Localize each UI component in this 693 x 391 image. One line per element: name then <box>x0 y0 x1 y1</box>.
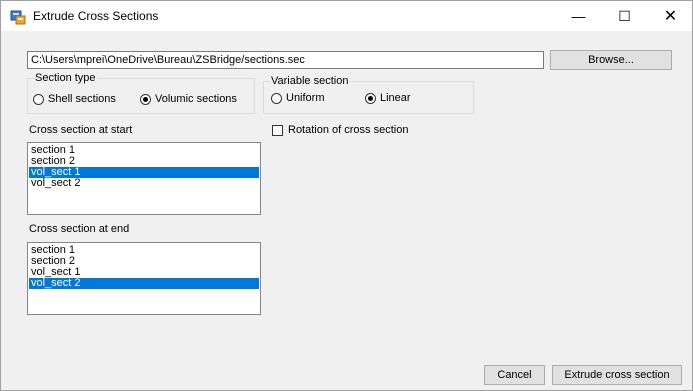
section-type-legend: Section type <box>35 72 96 84</box>
linear-radio[interactable]: Linear <box>365 92 411 104</box>
maximize-button[interactable]: ☐ <box>602 1 647 31</box>
linear-label: Linear <box>380 92 411 104</box>
minimize-button[interactable]: — <box>556 1 601 31</box>
extrude-cross-sections-dialog: Extrude Cross Sections — ☐ ✕ C:\Users\mp… <box>0 0 693 391</box>
volumic-sections-radio[interactable]: Volumic sections <box>140 93 237 105</box>
variable-section-legend: Variable section <box>271 75 349 87</box>
file-path-input[interactable]: C:\Users\mprei\OneDrive\Bureau\ZSBridge/… <box>27 51 544 69</box>
end-section-label: Cross section at end <box>29 223 130 235</box>
end-section-listbox[interactable]: section 1 section 2 vol_sect 1 vol_sect … <box>27 242 261 315</box>
start-section-label: Cross section at start <box>29 124 133 136</box>
rotation-label: Rotation of cross section <box>288 124 409 136</box>
cancel-button[interactable]: Cancel <box>484 365 545 385</box>
volumic-sections-label: Volumic sections <box>155 93 237 105</box>
start-section-listbox[interactable]: section 1 section 2 vol_sect 1 vol_sect … <box>27 142 261 215</box>
rotation-checkbox[interactable]: Rotation of cross section <box>272 124 408 136</box>
title-bar[interactable]: Extrude Cross Sections — ☐ ✕ <box>1 1 692 31</box>
uniform-radio[interactable]: Uniform <box>271 92 325 104</box>
app-icon <box>10 9 26 25</box>
radio-indicator[interactable] <box>33 93 44 105</box>
uniform-label: Uniform <box>286 92 325 104</box>
extrude-cross-section-button[interactable]: Extrude cross section <box>552 365 682 385</box>
list-item-selected[interactable]: vol_sect 2 <box>29 278 259 289</box>
window-title: Extrude Cross Sections <box>33 9 159 23</box>
close-button[interactable]: ✕ <box>648 1 693 31</box>
checkbox-indicator[interactable] <box>272 124 283 136</box>
browse-button[interactable]: Browse... <box>550 50 672 70</box>
radio-indicator[interactable] <box>271 92 282 104</box>
shell-sections-radio[interactable]: Shell sections <box>33 93 116 105</box>
radio-indicator[interactable] <box>140 93 151 105</box>
list-item[interactable]: vol_sect 2 <box>29 178 259 189</box>
radio-indicator[interactable] <box>365 92 376 104</box>
shell-sections-label: Shell sections <box>48 93 116 105</box>
